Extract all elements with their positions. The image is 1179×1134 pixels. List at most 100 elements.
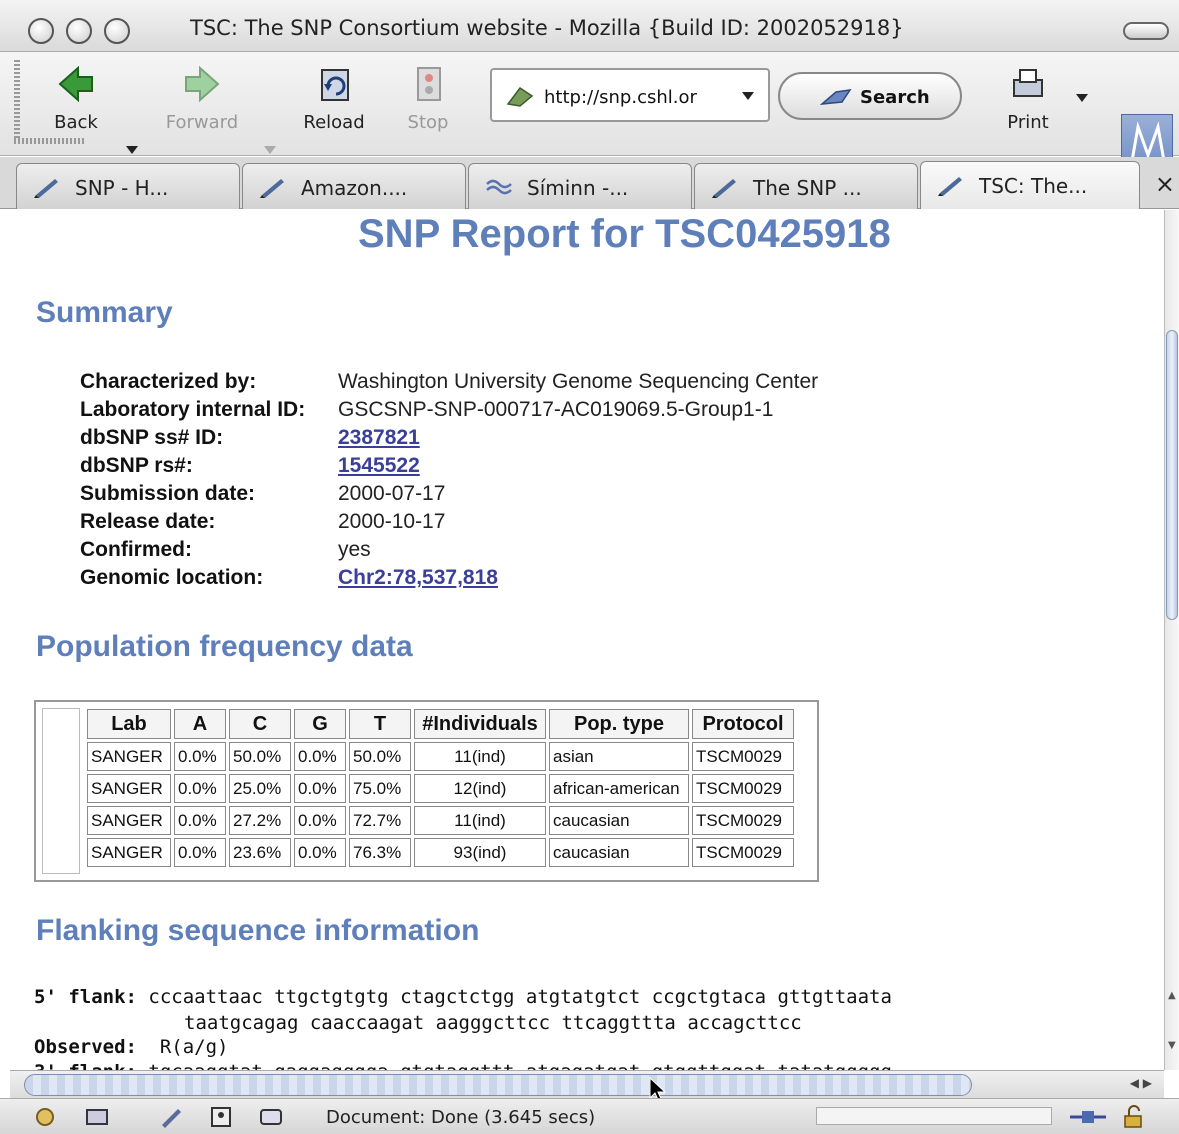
pencil-icon [938,177,962,196]
rs-link[interactable]: 1545522 [338,454,420,477]
confirmed-label: Confirmed: [80,538,192,561]
printer-icon [1013,69,1043,97]
tab-tsc[interactable]: TSC: The... [920,161,1140,209]
scroll-up-arrow-icon[interactable]: ▲ [1168,990,1176,1001]
ss-id-link[interactable]: 2387821 [338,426,420,449]
table-cell: 50.0% [349,742,411,771]
table-cell: 27.2% [229,806,291,835]
ss-id-label: dbSNP ss# ID: [80,426,224,449]
table-row: SANGER 0.0% 50.0% 0.0% 50.0% 11(ind) asi… [87,742,794,771]
address-book-icon[interactable] [208,1105,234,1129]
table-spacer-cell [42,708,80,874]
vertical-scrollbar[interactable]: ▲ ▼ [1164,210,1179,1070]
population-table: Lab A C G T #Individuals Pop. type Proto… [84,706,797,870]
forward-arrow-icon [185,65,220,103]
print-button[interactable]: Print [978,64,1078,134]
rs-label: dbSNP rs#: [80,454,193,477]
table-cell: SANGER [87,774,171,803]
horizontal-scroll-thumb[interactable] [24,1074,972,1096]
scroll-left-right-arrows-icon[interactable]: ◀ ▶ [1130,1076,1152,1090]
pencil-icon [34,179,58,198]
toolbar-toggle-button[interactable] [1123,22,1169,40]
close-tab-icon[interactable]: × [1155,170,1175,198]
tab-label: TSC: The... [979,174,1088,198]
zoom-window-button[interactable] [104,18,130,44]
reload-button[interactable]: Reload [284,64,384,134]
url-text[interactable]: http://snp.cshl.or [544,87,697,108]
tab-label: SNP - H... [75,176,169,200]
tab-amazon[interactable]: Amazon.... [242,163,466,209]
genomic-location-link[interactable]: Chr2:78,537,818 [338,566,498,589]
pencil-icon [260,179,284,198]
status-text: Document: Done (3.645 secs) [326,1107,596,1128]
genomic-location-label: Genomic location: [80,566,264,589]
scroll-down-arrow-icon[interactable]: ▼ [1168,1040,1176,1051]
table-cell: SANGER [87,742,171,771]
lab-id-value: GSCSNP-SNP-000717-AC019069.5-Group1-1 [338,398,774,421]
confirmed-value: yes [338,538,371,561]
tab-bar: SNP - H... Amazon.... Síminn -... The SN… [0,157,1179,209]
stop-button[interactable]: Stop [378,64,478,134]
table-cell: 0.0% [174,838,226,867]
table-cell: 11(ind) [414,742,546,771]
table-cell: 72.7% [349,806,411,835]
close-window-button[interactable] [28,18,54,44]
wave-icon [486,179,512,195]
characterized-by-label: Characterized by: [80,370,257,393]
submission-date-value: 2000-07-17 [338,482,446,505]
tab-the-snp[interactable]: The SNP ... [694,163,918,209]
characterized-by-value: Washington University Genome Sequencing … [338,370,819,393]
info-row: Submission date: 2000-07-17 [80,482,980,510]
toolbar-grip[interactable] [14,60,20,140]
observed-value: R(a/g) [159,1036,229,1058]
table-cell: african-american [549,774,689,803]
back-label: Back [54,112,98,133]
url-field[interactable]: http://snp.cshl.or [490,68,770,122]
table-cell: 93(ind) [414,838,546,867]
mail-icon[interactable] [84,1105,110,1129]
stop-icon [417,67,441,101]
composer-icon[interactable] [158,1105,184,1129]
tab-label: Amazon.... [301,176,408,200]
site-bookmark-icon[interactable] [506,84,534,108]
summary-heading: Summary [36,296,173,329]
table-cell: SANGER [87,806,171,835]
info-row: dbSNP rs#: 1545522 [80,454,980,482]
print-dropdown-icon[interactable] [1076,94,1088,102]
flank5-sequence-cont: taatgcagag caaccaagat aagggcttcc ttcaggt… [184,1012,802,1034]
online-status-icon[interactable] [1068,1105,1108,1129]
forward-button[interactable]: Forward [152,64,252,134]
page-title: SNP Report for TSC0425918 [358,212,891,256]
url-dropdown-icon[interactable] [742,92,754,100]
observed-row: Observed: R(a/g) [34,1036,228,1058]
horizontal-scrollbar[interactable]: ◀ ▶ [10,1070,1164,1098]
table-row: SANGER 0.0% 27.2% 0.0% 72.7% 11(ind) cau… [87,806,794,835]
chat-icon[interactable] [258,1105,284,1129]
table-cell: asian [549,742,689,771]
toolbar-grip-small[interactable] [14,138,84,144]
tab-snp-h[interactable]: SNP - H... [16,163,240,209]
navigator-icon[interactable] [32,1105,58,1129]
flank5-row: 5' flank: cccaattaac ttgctgtgtg ctagctct… [34,986,892,1008]
table-cell: 0.0% [174,806,226,835]
col-header: G [294,709,346,739]
back-dropdown-icon[interactable] [126,146,138,154]
table-cell: 50.0% [229,742,291,771]
security-lock-icon[interactable] [1120,1105,1146,1129]
page-content: SNP Report for TSC0425918 Summary Charac… [10,210,1164,1070]
table-header-row: Lab A C G T #Individuals Pop. type Proto… [87,709,794,739]
col-header: Pop. type [549,709,689,739]
col-header: C [229,709,291,739]
tab-siminn[interactable]: Síminn -... [468,163,692,209]
back-button[interactable]: Back [26,64,126,134]
col-header: A [174,709,226,739]
minimize-window-button[interactable] [66,18,92,44]
table-cell: caucasian [549,806,689,835]
release-date-label: Release date: [80,510,216,533]
window-title: TSC: The SNP Consortium website - Mozill… [190,16,904,40]
table-cell: 0.0% [174,774,226,803]
forward-dropdown-icon[interactable] [264,146,276,154]
vertical-scroll-thumb[interactable] [1166,330,1178,620]
release-date-value: 2000-10-17 [338,510,446,533]
search-button[interactable]: Search [778,72,962,120]
